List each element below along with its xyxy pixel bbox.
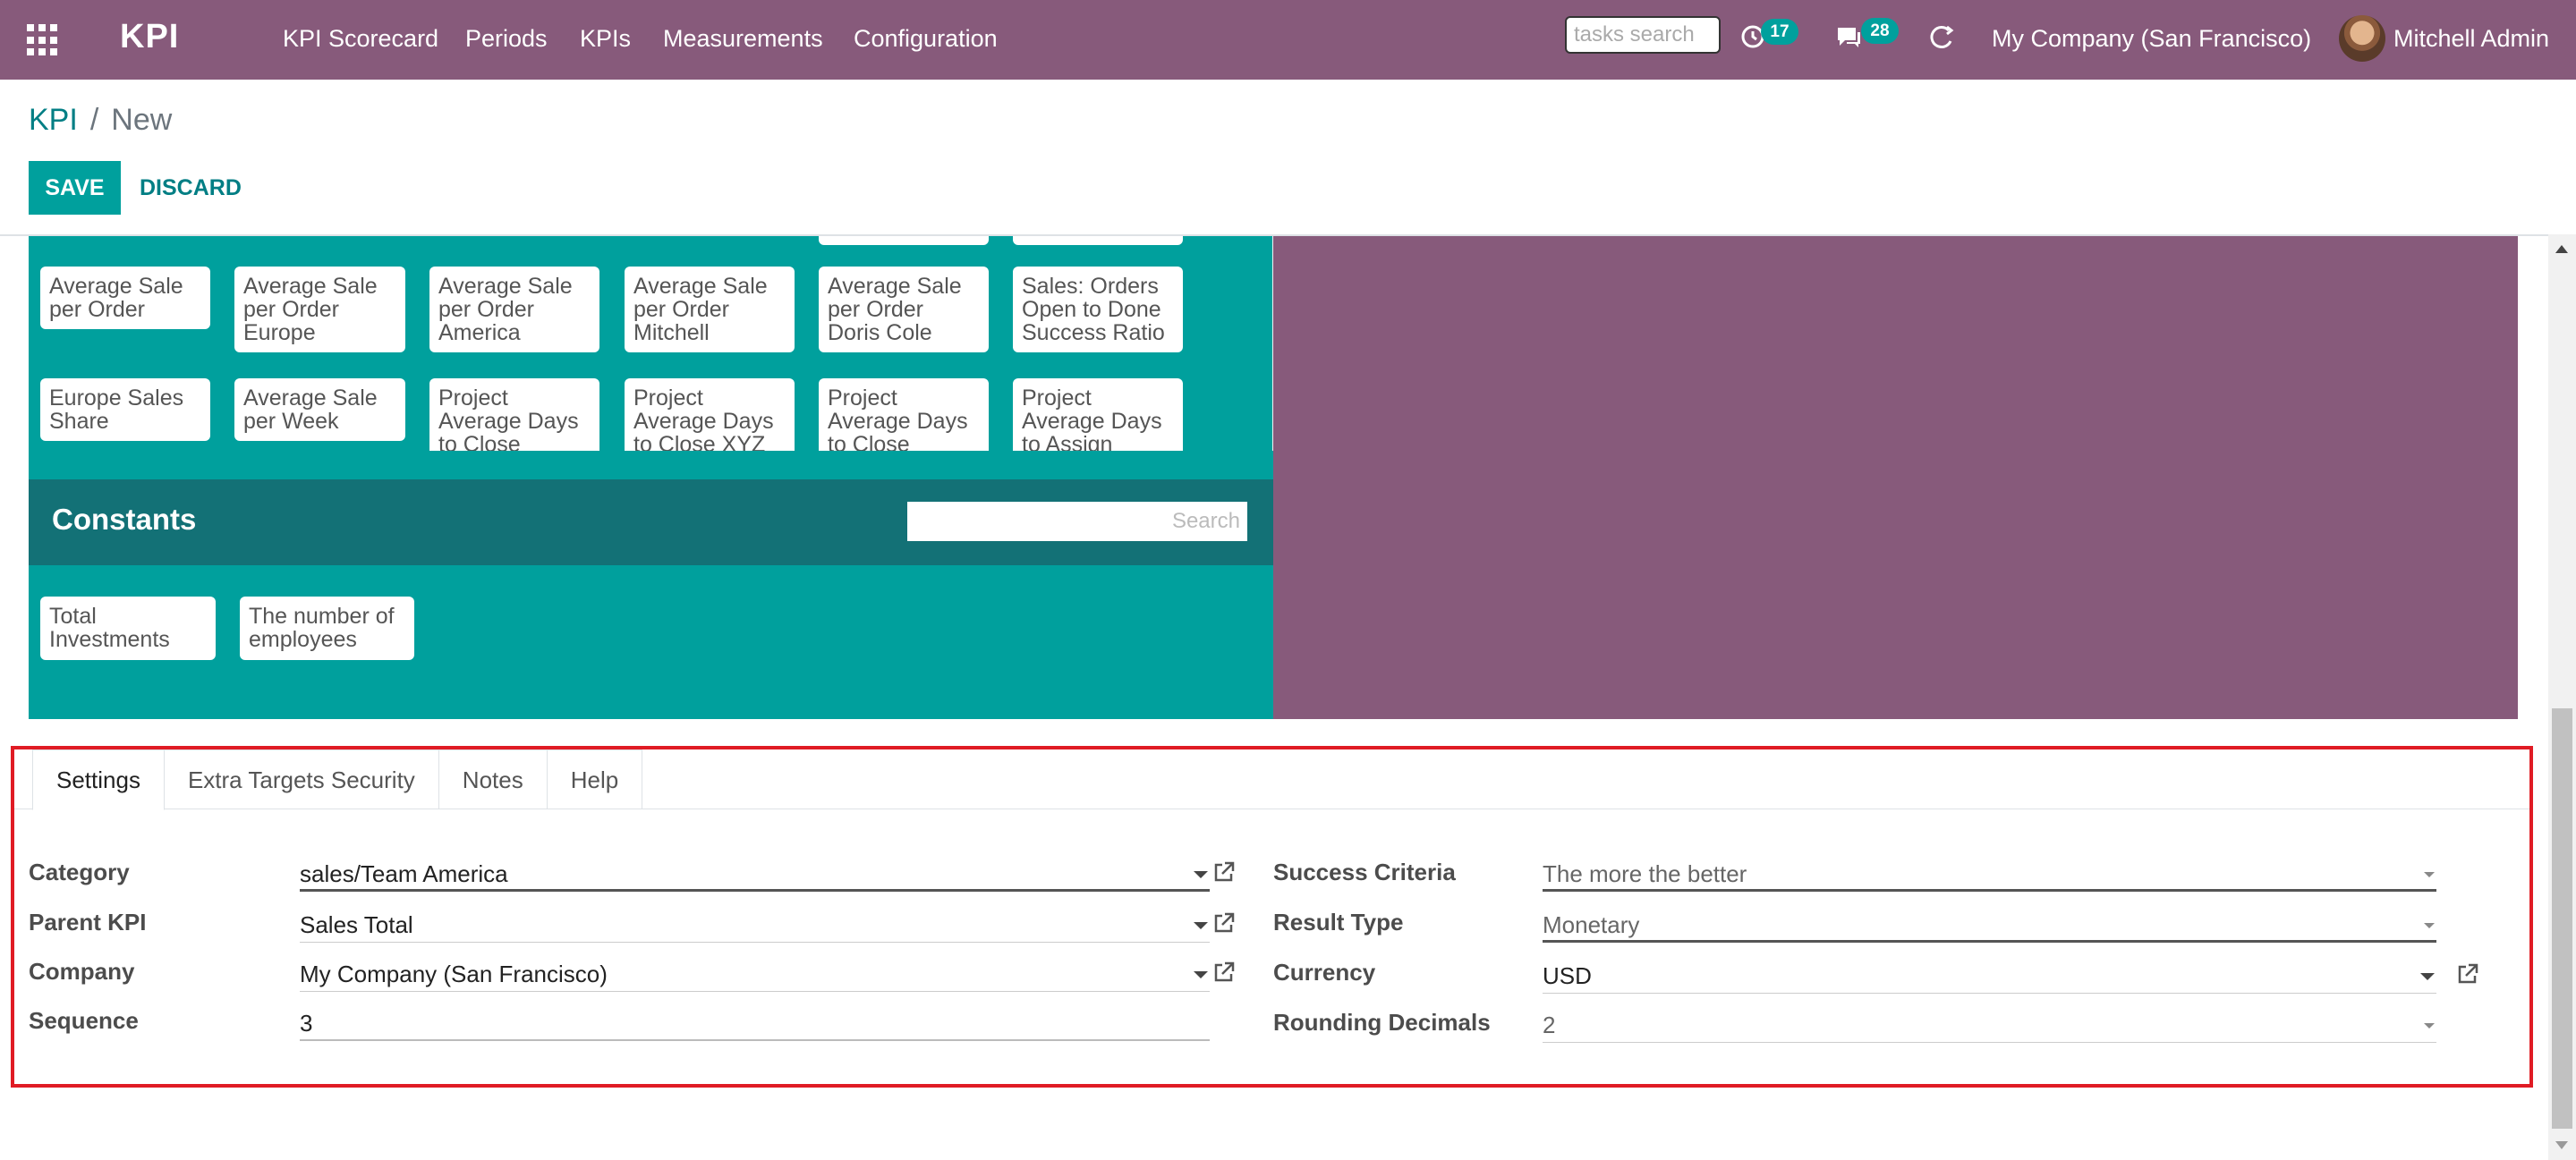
kpi-tile[interactable]: Average Sale per Order Europe	[234, 267, 405, 352]
kpi-tile[interactable]: Project Average Days to Close	[429, 378, 599, 451]
chevron-down-icon[interactable]	[1194, 871, 1208, 878]
breadcrumb: KPI / New	[29, 103, 172, 138]
external-link-icon[interactable]	[1212, 911, 1235, 933]
chevron-down-icon[interactable]	[2420, 973, 2435, 980]
chevron-down-icon[interactable]	[1194, 971, 1208, 978]
kpi-tile[interactable]: Average Sale per Week	[234, 378, 405, 441]
menu-kpi-scorecard[interactable]: KPI Scorecard	[283, 25, 438, 53]
kpi-tile[interactable]: Average Sale per Order Doris Cole	[819, 267, 989, 352]
parent-kpi-label: Parent KPI	[29, 909, 147, 936]
kpi-tile[interactable]: Average Sale per Order America	[429, 267, 599, 352]
result-type-select[interactable]: Monetary	[1543, 907, 2436, 943]
constant-tile[interactable]: The number of employees	[240, 597, 414, 660]
apps-menu-icon[interactable]	[27, 24, 59, 56]
messages-chat-icon[interactable]	[1834, 23, 1863, 55]
kpi-tile[interactable]: Project Average Days to Close	[819, 378, 989, 451]
discuss-refresh-icon[interactable]	[1927, 23, 1956, 56]
tab-notes[interactable]: Notes	[438, 749, 548, 809]
menu-kpis[interactable]: KPIs	[580, 25, 631, 53]
category-value: sales/Team America	[300, 860, 508, 887]
kpi-tile[interactable]: Project Average Days to Close XYZ	[625, 378, 795, 451]
success-criteria-label: Success Criteria	[1273, 859, 1456, 885]
result-type-value: Monetary	[1543, 911, 1640, 938]
discard-button[interactable]: DISCARD	[134, 161, 247, 215]
chevron-down-icon[interactable]	[2424, 1023, 2435, 1029]
kpi-tile[interactable]: Project Average Days to Assign	[1013, 378, 1183, 451]
currency-field[interactable]: USD	[1543, 958, 2436, 994]
app-brand[interactable]: KPI	[120, 18, 179, 56]
scroll-down-arrow-icon[interactable]	[2555, 1141, 2568, 1149]
kpi-tile-partial[interactable]	[1013, 236, 1183, 245]
tab-settings[interactable]: Settings	[32, 749, 165, 810]
page-scrollbar-thumb[interactable]	[2552, 708, 2572, 1129]
control-panel: KPI / New SAVE DISCARD	[0, 80, 2576, 236]
result-type-label: Result Type	[1273, 909, 1404, 936]
category-field[interactable]: sales/Team America	[300, 856, 1210, 892]
menu-configuration[interactable]: Configuration	[854, 25, 998, 53]
user-avatar[interactable]	[2339, 15, 2385, 62]
kpi-tile[interactable]: Sales: Orders Open to Done Success Ratio	[1013, 267, 1183, 352]
page-scrollbar[interactable]	[2548, 234, 2576, 1160]
rounding-decimals-label: Rounding Decimals	[1273, 1009, 1491, 1036]
breadcrumb-current: New	[111, 103, 173, 137]
chevron-down-icon[interactable]	[2424, 872, 2435, 877]
messages-count-badge: 28	[1861, 18, 1899, 44]
kpi-tile[interactable]: Average Sale per Order	[40, 267, 210, 329]
parent-kpi-value: Sales Total	[300, 911, 413, 938]
currency-value: USD	[1543, 962, 1592, 989]
success-criteria-select[interactable]: The more the better	[1543, 856, 2436, 892]
tab-extra-targets-security[interactable]: Extra Targets Security	[163, 749, 439, 809]
settings-notebook: Settings Extra Targets Security Notes He…	[11, 746, 2533, 1088]
notebook-tabs: Settings Extra Targets Security Notes He…	[32, 749, 643, 810]
rounding-decimals-value: 2	[1543, 1012, 1556, 1038]
external-link-icon[interactable]	[2456, 962, 2478, 984]
parent-kpi-field[interactable]: Sales Total	[300, 907, 1210, 943]
menu-measurements[interactable]: Measurements	[663, 25, 823, 53]
chevron-down-icon[interactable]	[1194, 922, 1208, 929]
success-criteria-value: The more the better	[1543, 860, 1747, 887]
company-field[interactable]: My Company (San Francisco)	[300, 956, 1210, 992]
tab-help[interactable]: Help	[546, 749, 643, 809]
kpi-tile[interactable]: Europe Sales Share	[40, 378, 210, 441]
tasks-search-input[interactable]	[1565, 16, 1721, 54]
sequence-label: Sequence	[29, 1007, 139, 1034]
breadcrumb-separator: /	[89, 103, 99, 137]
rounding-decimals-select[interactable]: 2	[1543, 1007, 2436, 1043]
kpi-tile-partial[interactable]	[819, 236, 989, 245]
currency-label: Currency	[1273, 959, 1376, 986]
company-label: Company	[29, 958, 135, 985]
menu-periods[interactable]: Periods	[465, 25, 548, 53]
constant-tile[interactable]: Total Investments	[40, 597, 216, 660]
user-menu[interactable]: Mitchell Admin	[2393, 25, 2549, 53]
company-value: My Company (San Francisco)	[300, 961, 608, 987]
sequence-input[interactable]: 3	[300, 1005, 1210, 1041]
kpi-tiles-scroll-area[interactable]: Average Sale per Order Average Sale per …	[29, 236, 1274, 451]
external-link-icon[interactable]	[1212, 961, 1235, 982]
formula-drop-area[interactable]	[1273, 236, 2518, 719]
breadcrumb-kpi-link[interactable]: KPI	[29, 103, 78, 137]
kpi-tile[interactable]: Average Sale per Order Mitchell	[625, 267, 795, 352]
constants-title: Constants	[52, 503, 197, 536]
activity-count-badge: 17	[1761, 19, 1798, 45]
kpi-variables-panel: Average Sale per Order Average Sale per …	[29, 236, 1274, 719]
constants-header: Constants	[29, 479, 1273, 565]
chevron-down-icon[interactable]	[2424, 923, 2435, 928]
external-link-icon[interactable]	[1212, 860, 1235, 882]
top-navbar: KPI KPI Scorecard Periods KPIs Measureme…	[0, 0, 2576, 80]
save-button[interactable]: SAVE	[29, 161, 121, 215]
constants-search-input[interactable]	[907, 502, 1247, 541]
scroll-up-arrow-icon[interactable]	[2555, 245, 2568, 253]
category-label: Category	[29, 859, 130, 885]
company-switcher[interactable]: My Company (San Francisco)	[1992, 25, 2311, 53]
